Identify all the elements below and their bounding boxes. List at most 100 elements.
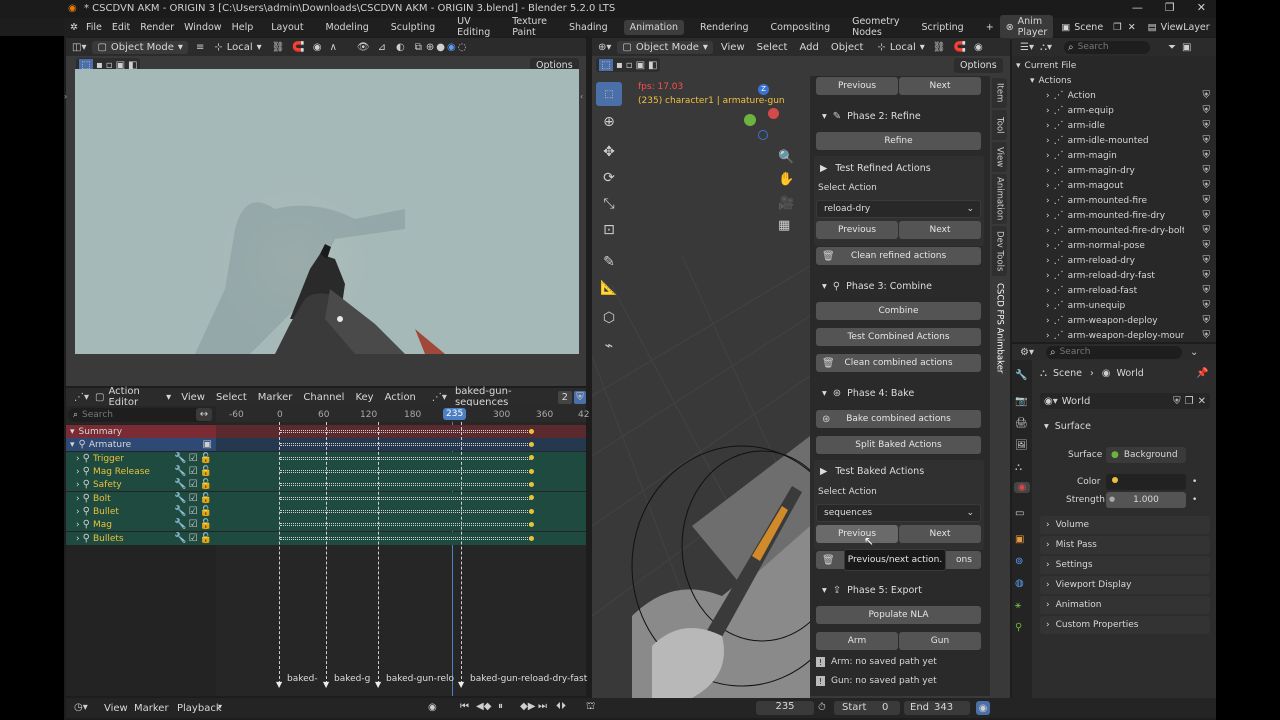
fake-user-shield-icon[interactable]: ⛨: [1203, 315, 1211, 326]
navigation-gizmo[interactable]: Z: [742, 84, 782, 140]
volume-panel[interactable]: › Volume: [1040, 516, 1210, 534]
object-tab-icon[interactable]: ▣: [1015, 534, 1024, 545]
blender-menu-icon[interactable]: ✲: [70, 22, 78, 33]
fake-user-shield-icon[interactable]: ⛨: [1203, 300, 1211, 311]
top-previous-button[interactable]: Previous: [816, 77, 898, 95]
display-mode-icon[interactable]: ⛬▾: [1040, 42, 1052, 53]
tab-item[interactable]: Item: [992, 78, 1007, 108]
marker-icon[interactable]: ▼: [276, 680, 282, 689]
prev-keyframe-icon[interactable]: ⏴⏵: [556, 701, 566, 712]
pin-icon[interactable]: 📌: [1196, 368, 1208, 379]
checkbox-icon[interactable]: ☑: [189, 453, 198, 464]
channel-safety[interactable]: › ⚲ Safety 🔧 ☑ 🔓: [66, 478, 216, 491]
tab-tool[interactable]: Tool: [992, 110, 1007, 140]
ae-menu-key[interactable]: Key: [355, 392, 373, 403]
editor-type-icon[interactable]: ◫▾: [72, 42, 86, 53]
animation-panel[interactable]: › Animation: [1040, 596, 1210, 614]
outliner-action-item[interactable]: › ⋰ arm-mounted-fire-dry ⛨: [1012, 208, 1216, 223]
scene-tab-icon[interactable]: ⛬: [1015, 462, 1022, 473]
color-keyframe-dot[interactable]: •: [1192, 477, 1197, 487]
marker-icon[interactable]: ▼: [375, 680, 381, 689]
outliner-search[interactable]: ⌕ Search: [1064, 40, 1151, 54]
checkbox-icon[interactable]: ☑: [189, 466, 198, 477]
jump-start-icon[interactable]: ⏮: [460, 701, 469, 712]
new-collection-icon[interactable]: ▣: [1182, 42, 1191, 53]
hamburger-icon[interactable]: ≡: [196, 42, 204, 53]
tab-geometry-nodes[interactable]: Geometry Nodes: [846, 14, 905, 40]
fake-user-shield-icon[interactable]: ⛨: [1203, 105, 1211, 116]
minimize-icon[interactable]: —: [1132, 1, 1143, 14]
cursor-tool-icon[interactable]: ⊕: [596, 110, 622, 134]
playback-mode-icon[interactable]: ◉: [976, 701, 990, 715]
dopesheet-editor-icon[interactable]: ⋰▾: [74, 392, 89, 403]
phase3-header[interactable]: ▾ ⚲ Phase 3: Combine: [812, 276, 988, 296]
snap-icon[interactable]: 🧲: [953, 42, 965, 53]
fake-user-shield-icon[interactable]: ⛨: [1203, 225, 1211, 236]
new-scene-icon[interactable]: ❐: [1113, 22, 1122, 33]
shading-solid-icon[interactable]: ●: [436, 42, 445, 53]
falloff-icon[interactable]: ∧: [330, 42, 337, 53]
jump-key-forward-icon[interactable]: ◆▶: [520, 701, 535, 712]
phase4-header[interactable]: ▾ ⊛ Phase 4: Bake: [812, 383, 988, 403]
timeline-editor-icon[interactable]: ◷▾: [74, 702, 88, 713]
tab-texture-paint[interactable]: Texture Paint: [506, 14, 553, 40]
keyframe[interactable]: [529, 522, 534, 527]
clean-combined-button[interactable]: 🗑 Clean combined actions: [816, 354, 981, 372]
collection-tab-icon[interactable]: ▭: [1015, 508, 1024, 519]
select-tools-2[interactable]: ⬚ ▪ ▫ ▣ ◧: [596, 58, 661, 72]
outliner-action-item[interactable]: ›⋰arm-weapon-deploy-mounted⛨: [1012, 328, 1216, 343]
fake-user-shield-icon[interactable]: ⛨: [1203, 90, 1211, 101]
tool-tab-icon[interactable]: 🔧: [1015, 370, 1027, 381]
channel-search[interactable]: ⌕ Search: [68, 408, 212, 422]
refined-action-select[interactable]: reload-dry ⌄: [816, 200, 981, 218]
shading-wire-icon[interactable]: ⊕: [426, 42, 434, 53]
outliner-action-item[interactable]: › ⋰ arm-reload-fast ⛨: [1012, 283, 1216, 298]
tab-cscd-fps-animbaker[interactable]: CSCD FPS Animbaker: [992, 280, 1007, 376]
proportional-edit-icon[interactable]: ◉: [974, 42, 983, 53]
transform-tool-icon[interactable]: ⊡: [596, 218, 622, 242]
outliner-actions-group[interactable]: ▾ Actions: [1012, 73, 1216, 88]
tab-scripting[interactable]: Scripting: [915, 20, 969, 35]
start-frame-field[interactable]: Start 0: [834, 701, 900, 715]
channel-armature[interactable]: ▾ ⚲ Armature ▣: [66, 438, 216, 451]
modifier-tab-icon[interactable]: ⊚: [1015, 556, 1023, 567]
properties-search[interactable]: ⌕ Search: [1045, 345, 1182, 359]
menu-window[interactable]: Window: [184, 22, 221, 33]
channel-bullets[interactable]: › ⚲ Bullets 🔧 ☑ 🔓: [66, 532, 216, 545]
gizmo-neg-z-axis[interactable]: [758, 130, 768, 140]
properties-editor-icon[interactable]: ⚙▾: [1020, 347, 1034, 358]
chevron-down-icon[interactable]: ⌄: [1190, 347, 1198, 358]
duplicate-icon[interactable]: ❐: [1185, 396, 1194, 407]
fake-user-shield-icon[interactable]: ⛨: [573, 390, 586, 404]
outliner-action-item[interactable]: › ⋰ arm-equip ⛨: [1012, 103, 1216, 118]
lock-icon[interactable]: 🔓: [200, 466, 212, 477]
delete-scene-icon[interactable]: ✕: [1128, 22, 1136, 33]
select-box-icon[interactable]: ⬚: [599, 59, 613, 71]
lock-icon[interactable]: 🔓: [200, 453, 212, 464]
mode-select-2[interactable]: ▢ Object Mode ▾: [617, 40, 713, 54]
select-tool-icon[interactable]: ⬚: [596, 82, 622, 106]
marker-label[interactable]: baked-gun-relo: [386, 674, 454, 684]
outliner-action-item[interactable]: › ⋰ arm-idle-mounted ⛨: [1012, 133, 1216, 148]
outliner-action-item[interactable]: › ⋰ arm-reload-dry-fast ⛨: [1012, 268, 1216, 283]
channel-bolt[interactable]: › ⚲ Bolt 🔧 ☑ 🔓: [66, 492, 216, 505]
tab-compositing[interactable]: Compositing: [765, 20, 837, 35]
lock-icon[interactable]: 🔓: [200, 533, 212, 544]
strength-field[interactable]: 1.000: [1106, 492, 1186, 508]
fake-user-shield-icon[interactable]: ⛨: [1203, 270, 1211, 281]
extra-tool-icon[interactable]: ⌁: [596, 334, 622, 358]
menu-edit[interactable]: Edit: [112, 22, 130, 33]
select-subtract-icon[interactable]: ▣: [636, 60, 645, 71]
refined-previous-button[interactable]: Previous: [816, 221, 898, 239]
fake-user-shield-icon[interactable]: ⛨: [1203, 330, 1211, 341]
fake-user-shield-icon[interactable]: ⛨: [1203, 210, 1211, 221]
toolbar-expand-icon[interactable]: ›: [64, 92, 67, 101]
snap-icon[interactable]: 🧲: [292, 42, 304, 53]
stopwatch-icon[interactable]: ⏱: [818, 702, 826, 713]
clean-refined-button[interactable]: 🗑 Clean refined actions: [816, 247, 981, 265]
filter-icon[interactable]: ⏷: [1168, 42, 1176, 53]
visibility-icon[interactable]: 👁: [357, 42, 370, 53]
tab-sculpting[interactable]: Sculpting: [385, 20, 441, 35]
top-next-button[interactable]: Next: [899, 77, 981, 95]
world-tab-icon[interactable]: ◉: [1014, 482, 1030, 493]
